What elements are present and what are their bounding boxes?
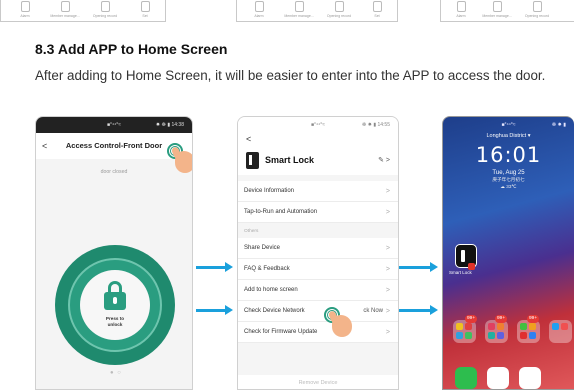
row-share-device[interactable]: Share Device > (238, 238, 398, 259)
check-now-link[interactable]: ck Now (363, 301, 383, 322)
wechat-app-icon[interactable] (455, 367, 477, 389)
section-paragraph: After adding to Home Screen, it will be … (35, 68, 546, 83)
arrow-right-icon (196, 305, 233, 315)
phone-access-control: ■°⁴⁴°≈ ✸ ☸ ▮ 14:38 < Access Control-Fron… (35, 116, 193, 390)
row-check-firmware-update[interactable]: Check for Firmware Update > (238, 322, 398, 343)
alarm-icon (254, 1, 264, 12)
record-icon (532, 1, 542, 12)
row-device-information[interactable]: Device Information > (238, 181, 398, 202)
row-faq-feedback[interactable]: FAQ & Feedback > (238, 259, 398, 280)
back-button[interactable]: < (238, 133, 398, 147)
page-indicator: ● ○ (110, 370, 122, 376)
arrow-right-icon (196, 262, 233, 272)
smart-lock-icon (246, 152, 259, 169)
tab-alarm[interactable]: Alarm (441, 1, 481, 18)
tab-set[interactable]: Set (125, 1, 165, 18)
gear-icon (372, 1, 382, 12)
tab-member-manage[interactable]: Member manage... (279, 1, 319, 18)
clock-time: 16:01 (475, 143, 542, 167)
status-bar: ■°⁴⁴°≈ ☸ ✸ ▮ (501, 122, 566, 128)
member-icon (492, 1, 502, 12)
row-add-to-home-screen[interactable]: Add to home screen > (238, 280, 398, 301)
unlock-dial-ring: Press to unlock (68, 258, 162, 352)
weather-temperature: ☁ 33℃ (500, 184, 517, 189)
chevron-right-icon: > (385, 308, 390, 315)
row-check-device-network[interactable]: Check Device Network ck Now > (238, 301, 398, 322)
remove-device-button[interactable]: Remove Device (238, 375, 398, 389)
section-heading: 8.3 Add APP to Home Screen (35, 41, 228, 57)
clock-date: Tue, Aug 25 (492, 170, 525, 176)
weather-location[interactable]: Longhua District ▾ (443, 133, 574, 139)
member-icon (294, 1, 304, 12)
phone-home-screen: ■°⁴⁴°≈ ☸ ✸ ▮ Longhua District ▾ 16:01 Tu… (442, 116, 574, 390)
unlock-button-label: Press to unlock (105, 316, 125, 327)
lunar-date: 庚子年七月初七 (492, 177, 525, 182)
tab-opening-record[interactable]: Opening record (85, 1, 125, 18)
chevron-right-icon: > (385, 266, 390, 273)
tab-opening-record[interactable]: Opening record (517, 1, 557, 18)
alarm-icon (456, 1, 466, 12)
app-folder[interactable] (453, 320, 476, 343)
unlock-dial: Press to unlock (55, 245, 175, 365)
edit-name-button[interactable]: ✎ > (378, 156, 390, 164)
status-bar: ■°⁴⁴°≈ ✸ ☸ ▮ 14:38 (36, 117, 192, 133)
notification-badge: 99+ (465, 315, 478, 323)
tap-hand-icon (324, 307, 354, 337)
row-tap-to-run[interactable]: Tap-to-Run and Automation > (238, 202, 398, 223)
app-label: Smart Lock (449, 270, 472, 275)
lock-icon (104, 292, 126, 310)
lock-badge-icon (468, 263, 475, 270)
app-folder[interactable] (517, 320, 540, 343)
back-button[interactable]: < (42, 133, 47, 159)
unlock-button[interactable]: Press to unlock (80, 270, 150, 340)
tab-member-manage[interactable]: Member manage... (477, 1, 517, 18)
member-icon (60, 1, 70, 12)
previous-tabbar-3: Alarm Member manage... Opening record (440, 0, 574, 22)
notification-badge: 99+ (527, 315, 540, 323)
status-bar: ■°⁴⁴°≈ ☸ ✸ ▮ 14:55 (238, 117, 398, 133)
previous-screens-strip: Alarm Member manage... Opening record Se… (0, 0, 574, 24)
previous-tabbar-1: Alarm Member manage... Opening record Se… (0, 0, 166, 22)
settings-app-icon[interactable] (519, 367, 541, 389)
tab-set[interactable]: Set (357, 1, 397, 18)
chevron-right-icon: > (385, 188, 390, 195)
tab-alarm[interactable]: Alarm (239, 1, 279, 18)
tab-alarm[interactable]: Alarm (5, 1, 45, 18)
app-folder[interactable] (485, 320, 508, 343)
chevron-right-icon: > (385, 245, 390, 252)
app-icon[interactable] (487, 367, 509, 389)
chevron-right-icon: > (385, 329, 390, 336)
chevron-right-icon: > (385, 209, 390, 216)
app-folder[interactable] (549, 320, 572, 343)
record-icon (100, 1, 110, 12)
phone-device-settings: ■°⁴⁴°≈ ☸ ✸ ▮ 14:55 < Smart Lock ✎ > Devi… (237, 116, 399, 390)
chevron-right-icon: > (385, 287, 390, 294)
device-header: Smart Lock ✎ > (238, 147, 398, 175)
previous-tabbar-2: Alarm Member manage... Opening record Se… (236, 0, 398, 22)
gear-icon (140, 1, 150, 12)
alarm-icon (20, 1, 30, 12)
section-label-others: Others (244, 229, 259, 234)
tap-hand-icon (167, 143, 192, 173)
device-name: Smart Lock (265, 155, 315, 165)
tab-opening-record[interactable]: Opening record (319, 1, 359, 18)
record-icon (334, 1, 344, 12)
arrow-right-icon (399, 305, 438, 315)
tab-member-manage[interactable]: Member manage... (45, 1, 85, 18)
notification-badge: 99+ (495, 315, 508, 323)
arrow-right-icon (399, 262, 438, 272)
